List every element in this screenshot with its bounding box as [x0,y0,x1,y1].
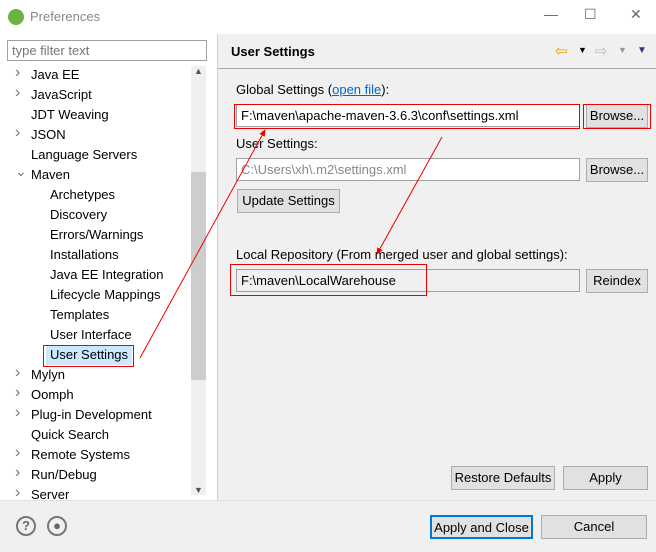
arrow-to-global [139,129,266,359]
annotation-arrows [139,129,443,359]
arrow-to-local [376,136,443,255]
